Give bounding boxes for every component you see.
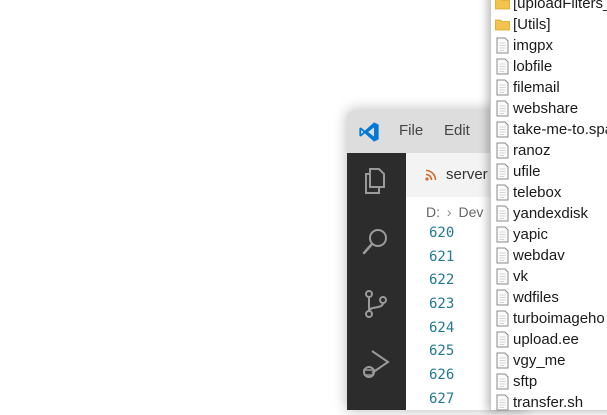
dropdown-item-label: imgpx <box>513 37 554 54</box>
dropdown-item[interactable]: [Utils] <box>495 14 551 35</box>
file-icon <box>495 205 510 222</box>
file-icon <box>495 394 510 411</box>
file-icon <box>495 310 510 327</box>
dropdown-item[interactable]: vgy_me <box>495 350 566 371</box>
dropdown-item-label: filemail <box>513 79 560 96</box>
dropdown-item[interactable]: transfer.sh <box>495 392 583 413</box>
dropdown-item[interactable]: imgpx <box>495 35 553 56</box>
dropdown-item[interactable]: sftp <box>495 371 537 392</box>
dropdown-item-label: turboimageho <box>513 310 605 327</box>
dropdown-item-label: ufile <box>513 163 541 180</box>
breadcrumb-drive[interactable]: D: <box>426 204 440 220</box>
dropdown-item-label: [uploadFilters_ <box>513 0 607 12</box>
dropdown-item[interactable]: ufile <box>495 161 541 182</box>
dropdown-item-label: ranoz <box>513 142 551 159</box>
dropdown-item[interactable]: webdav <box>495 245 565 266</box>
dropdown-item[interactable]: [uploadFilters_ <box>495 0 607 14</box>
file-icon <box>495 184 510 201</box>
file-icon <box>495 142 510 159</box>
dropdown-item-label: transfer.sh <box>513 394 584 411</box>
dropdown-item-label: webdav <box>513 247 565 264</box>
line-number: 627 <box>429 390 455 407</box>
line-number: 620 <box>429 225 455 241</box>
dropdown-item-label: upload.ee <box>513 331 579 348</box>
dropdown-item-label: telebox <box>513 184 562 201</box>
file-dropdown-list[interactable]: [uploadFilters_ [Utils] imgpx lobfile filema… <box>490 0 607 413</box>
dropdown-item[interactable]: upload.ee <box>495 329 579 350</box>
file-icon <box>495 37 510 54</box>
breadcrumb: D: › Dev <box>426 204 483 220</box>
file-icon <box>495 163 510 180</box>
dropdown-item-label: lobfile <box>513 58 553 75</box>
source-control-icon[interactable] <box>360 288 392 320</box>
file-icon <box>495 268 510 285</box>
dropdown-item-label: yapic <box>513 226 549 243</box>
dropdown-item[interactable]: filemail <box>495 77 560 98</box>
run-debug-icon[interactable] <box>360 348 392 380</box>
file-icon <box>495 121 510 138</box>
dropdown-item[interactable]: yandexdisk <box>495 203 588 224</box>
file-icon <box>495 289 510 306</box>
rss-icon <box>425 169 437 181</box>
line-number: 626 <box>429 367 455 384</box>
file-icon <box>495 331 510 348</box>
search-icon[interactable] <box>360 226 392 258</box>
dropdown-item[interactable]: webshare <box>495 98 578 119</box>
line-number-gutter: 620 621 622 623 624 625 626 627 <box>429 222 454 410</box>
file-icon <box>495 100 510 117</box>
dropdown-item-label: sftp <box>513 373 538 390</box>
dropdown-item[interactable]: ranoz <box>495 140 551 161</box>
line-number: 621 <box>429 248 455 265</box>
folder-icon <box>495 16 510 33</box>
dropdown-item-label: vgy_me <box>513 352 566 369</box>
dropdown-item[interactable]: take-me-to.spa <box>495 119 607 140</box>
file-icon <box>495 79 510 96</box>
chevron-right-icon: › <box>446 204 452 220</box>
dropdown-item[interactable]: telebox <box>495 182 561 203</box>
dropdown-item-label: vk <box>513 268 528 285</box>
menu-file[interactable]: File <box>399 122 423 139</box>
activity-bar <box>347 153 406 410</box>
dropdown-item-label: take-me-to.spa <box>513 121 607 138</box>
line-number: 622 <box>429 272 455 289</box>
dropdown-item[interactable]: wdfiles <box>495 287 559 308</box>
dropdown-item[interactable]: vk <box>495 266 528 287</box>
file-icon <box>495 352 510 369</box>
menu-edit[interactable]: Edit <box>444 122 470 139</box>
dropdown-item-label: yandexdisk <box>513 205 589 222</box>
file-icon <box>495 247 510 264</box>
dropdown-item-label: wdfiles <box>513 289 559 306</box>
line-number: 623 <box>429 296 455 313</box>
folder-icon <box>495 0 510 12</box>
file-icon <box>495 226 510 243</box>
breadcrumb-folder[interactable]: Dev <box>458 204 483 220</box>
dropdown-item[interactable]: yapic <box>495 224 548 245</box>
dropdown-item[interactable]: lobfile <box>495 56 552 77</box>
dropdown-item-label: [Utils] <box>513 16 551 33</box>
file-icon <box>495 373 510 390</box>
dropdown-item[interactable]: turboimageho <box>495 308 605 329</box>
line-number: 625 <box>429 343 455 360</box>
file-icon <box>495 58 510 75</box>
tab-label: server <box>446 166 488 183</box>
line-number: 624 <box>429 319 455 336</box>
explorer-files-icon[interactable] <box>360 165 392 197</box>
dropdown-item-label: webshare <box>513 100 579 117</box>
vscode-logo-icon[interactable] <box>358 121 380 143</box>
